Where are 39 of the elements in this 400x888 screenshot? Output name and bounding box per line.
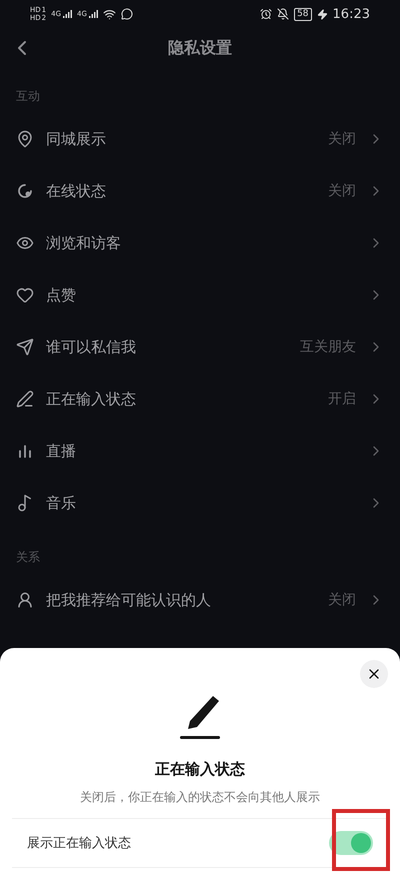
alarm-icon xyxy=(260,8,272,20)
bell-off-icon xyxy=(277,8,290,20)
page-title: 隐私设置 xyxy=(168,38,232,58)
setting-value: 关闭 xyxy=(328,182,356,200)
wifi-icon xyxy=(102,8,116,20)
location-pin-icon xyxy=(16,130,34,148)
clock-time: 16:23 xyxy=(332,6,370,22)
setting-label[interactable]: 点赞 xyxy=(46,286,356,304)
toggle-label: 展示正在输入状态 xyxy=(27,835,131,852)
music-note-icon xyxy=(16,494,34,512)
setting-label[interactable]: 谁可以私信我 xyxy=(46,338,288,356)
signal-icon xyxy=(62,9,72,19)
setting-label[interactable]: 直播 xyxy=(46,442,356,460)
heart-icon xyxy=(16,286,34,304)
setting-label[interactable]: 同城展示 xyxy=(46,130,316,148)
setting-label[interactable]: 把我推荐给可能认识的人 xyxy=(46,590,316,610)
sheet-description: 关闭后，你正在输入的状态不会向其他人展示 xyxy=(80,789,320,806)
setting-label[interactable]: 音乐 xyxy=(46,494,356,512)
setting-value: 关闭 xyxy=(328,591,356,609)
pen-icon xyxy=(16,390,34,408)
signal-icon xyxy=(88,9,98,19)
toggle-switch[interactable] xyxy=(329,831,373,855)
setting-label[interactable]: 在线状态 xyxy=(46,182,316,200)
setting-value: 关闭 xyxy=(328,130,356,148)
user-icon xyxy=(16,591,34,609)
battery-level: 58 xyxy=(294,8,312,20)
bars-icon xyxy=(16,442,34,460)
online-status-icon xyxy=(16,182,34,200)
chat-icon xyxy=(120,8,133,20)
eye-icon xyxy=(16,234,34,252)
sheet-title: 正在输入状态 xyxy=(155,760,245,779)
setting-label[interactable]: 正在输入状态 xyxy=(46,390,316,408)
section-title: 互动 xyxy=(15,88,41,105)
section-title: 关系 xyxy=(15,549,41,566)
setting-value: 互关朋友 xyxy=(300,338,356,356)
paper-plane-icon xyxy=(16,338,34,356)
setting-value: 开启 xyxy=(328,390,356,408)
close-button[interactable] xyxy=(360,660,388,688)
setting-label[interactable]: 浏览和访客 xyxy=(46,234,356,252)
